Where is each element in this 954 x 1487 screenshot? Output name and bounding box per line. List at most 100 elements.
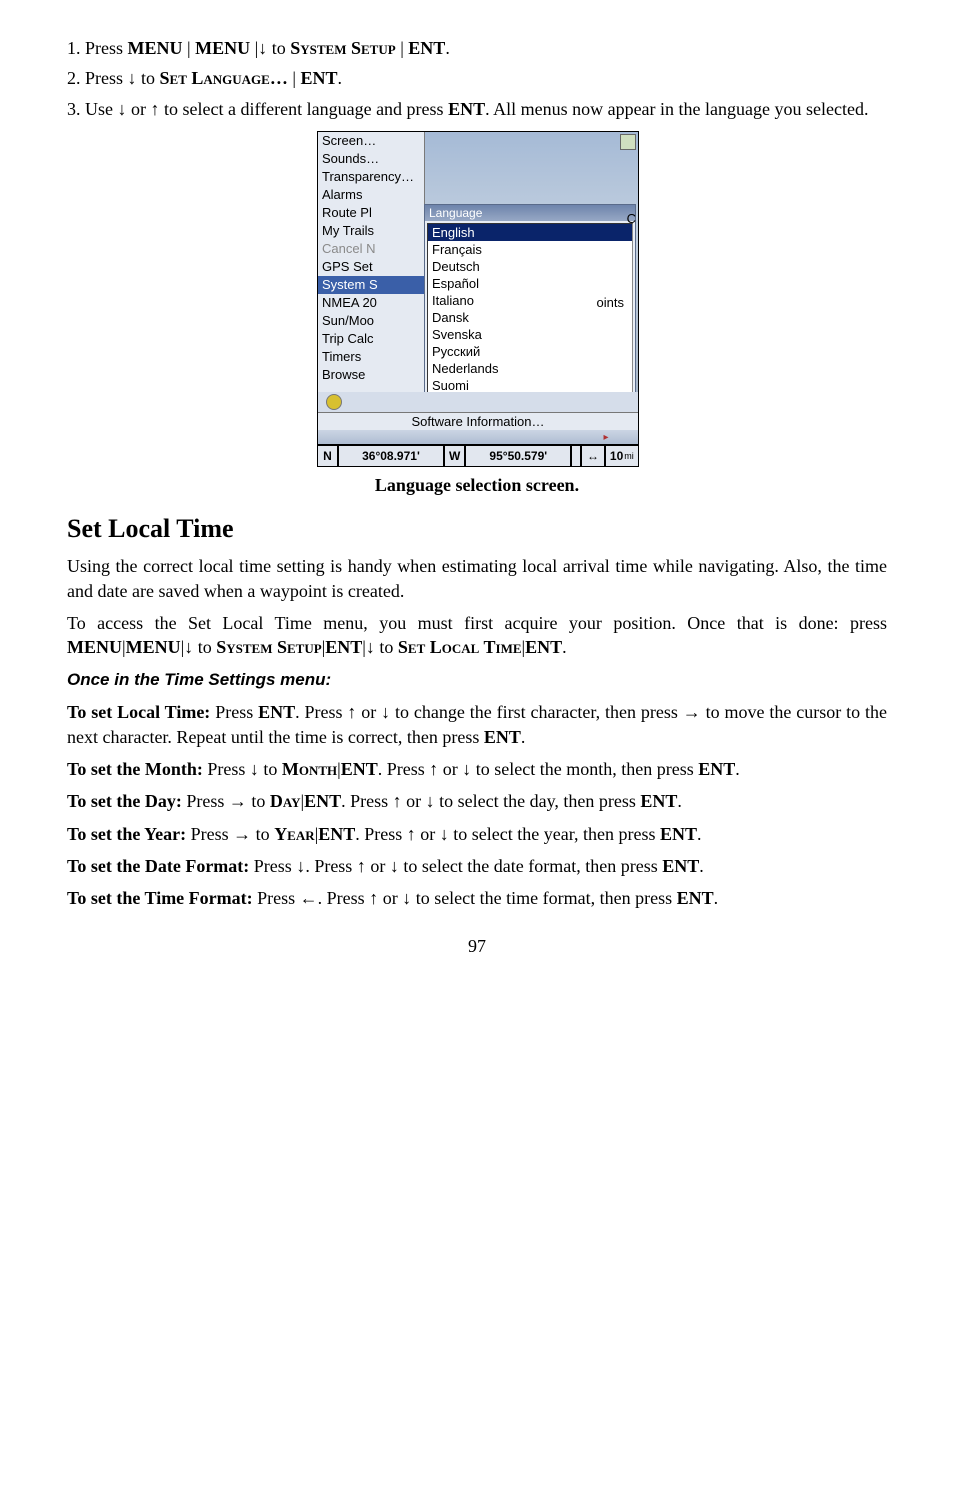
menu-item[interactable]: Trip Calc <box>318 330 424 348</box>
text: to select a different language and press <box>164 99 448 119</box>
menu-item[interactable]: Sun/Moo <box>318 312 424 330</box>
menu-key: MENU <box>128 38 183 58</box>
waypoint-icon <box>326 394 342 410</box>
paragraph: To access the Set Local Time menu, you m… <box>67 611 887 660</box>
language-option[interactable]: Dansk <box>428 309 632 326</box>
down-arrow-icon: ↓ <box>426 791 435 811</box>
step-2: 2. Press ↓ to Set Language… | ENT. <box>67 66 887 90</box>
up-arrow-icon: ↑ <box>407 824 416 844</box>
menu-item[interactable]: NMEA 20 <box>318 294 424 312</box>
ent-key: ENT <box>484 727 521 747</box>
down-arrow-icon: ↓ <box>402 888 411 908</box>
software-info-item[interactable]: Software Information… <box>318 412 638 432</box>
text: . Press <box>318 888 370 908</box>
down-arrow-icon: ↓ <box>258 38 267 58</box>
page-number: 97 <box>67 934 887 958</box>
menu-key: MENU <box>126 637 181 657</box>
map-marker-icon <box>620 134 636 150</box>
pipe: | <box>292 68 296 88</box>
language-option[interactable]: Español <box>428 275 632 292</box>
down-arrow-icon: ↓ <box>366 637 375 657</box>
menu-item[interactable]: Sounds… <box>318 150 424 168</box>
right-arrow-icon: → <box>233 824 251 844</box>
paragraph-set-time-format: To set the Time Format: Press ←. Press ↑… <box>67 886 887 910</box>
system-setup-label: System Setup <box>290 38 395 58</box>
language-option[interactable]: Svenska <box>428 326 632 343</box>
ent-key: ENT <box>525 637 562 657</box>
label: To set the Year: <box>67 824 186 844</box>
paragraph-set-year: To set the Year: Press → to Year|ENT. Pr… <box>67 822 887 846</box>
text: 2. Press <box>67 68 128 88</box>
section-heading: Set Local Time <box>67 511 887 546</box>
text: Press <box>191 824 234 844</box>
text: to <box>256 824 275 844</box>
language-option[interactable]: Русский <box>428 343 632 360</box>
down-arrow-icon: ↓ <box>250 759 259 779</box>
ent-key: ENT <box>258 702 295 722</box>
ent-key: ENT <box>304 791 341 811</box>
left-arrow-icon: ← <box>300 888 318 908</box>
text: or <box>438 759 462 779</box>
text: to <box>263 759 282 779</box>
menu-item-disabled: Cancel N <box>318 240 424 258</box>
language-option[interactable]: Nederlands <box>428 360 632 377</box>
text: 1. Press <box>67 38 128 58</box>
label: To set Local Time: <box>67 702 210 722</box>
text: or <box>378 888 402 908</box>
language-option[interactable]: Français <box>428 241 632 258</box>
text: to <box>272 38 291 58</box>
text: to select the month, then press <box>471 759 698 779</box>
language-option-selected[interactable]: English <box>428 224 632 241</box>
status-gap <box>572 446 582 466</box>
menu-item[interactable]: Route Pl <box>318 204 424 222</box>
compass-icon: ▸ <box>596 431 616 445</box>
month-label: Month <box>282 759 337 779</box>
text: or <box>131 99 151 119</box>
year-label: Year <box>274 824 314 844</box>
text: . Press <box>355 824 407 844</box>
down-arrow-icon: ↓ <box>390 856 399 876</box>
figure-caption: Language selection screen. <box>67 473 887 497</box>
menu-item[interactable]: Timers <box>318 348 424 366</box>
language-option[interactable]: Deutsch <box>428 258 632 275</box>
text: or <box>416 824 440 844</box>
menu-item[interactable]: GPS Set <box>318 258 424 276</box>
ent-key: ENT <box>677 888 714 908</box>
map-label-c: C <box>627 210 636 228</box>
status-n: N <box>318 446 339 466</box>
menu-item-selected[interactable]: System S <box>318 276 424 294</box>
paragraph: Using the correct local time setting is … <box>67 554 887 603</box>
paragraph-set-date-format: To set the Date Format: Press ↓. Press ↑… <box>67 854 887 878</box>
ent-key: ENT <box>698 759 735 779</box>
up-arrow-icon: ↑ <box>369 888 378 908</box>
day-label: Day <box>270 791 301 811</box>
text: . Press <box>378 759 430 779</box>
ent-key: ENT <box>318 824 355 844</box>
text: to <box>141 68 160 88</box>
menu-item[interactable]: My Trails <box>318 222 424 240</box>
status-bar: N 36°08.971' W 95°50.579' ↔ 10mi <box>318 444 638 466</box>
text: to select the year, then press <box>449 824 660 844</box>
text: to select the date format, then press <box>399 856 662 876</box>
ent-key: ENT <box>448 99 485 119</box>
menu-item[interactable]: Transparency… <box>318 168 424 186</box>
menu-item[interactable]: Screen… <box>318 132 424 150</box>
status-lon: 95°50.579' <box>466 446 572 466</box>
right-arrow-icon: → <box>229 791 247 811</box>
status-lat: 36°08.971' <box>339 446 445 466</box>
up-arrow-icon: ↑ <box>151 99 160 119</box>
down-arrow-icon: ↓ <box>128 68 137 88</box>
pipe: | <box>187 38 191 58</box>
ent-key: ENT <box>325 637 362 657</box>
text: or <box>356 702 381 722</box>
text: Press <box>254 856 297 876</box>
down-arrow-icon: ↓ <box>118 99 127 119</box>
text: to change the first character, then pres… <box>390 702 683 722</box>
ent-key: ENT <box>660 824 697 844</box>
menu-item[interactable]: Browse <box>318 366 424 384</box>
pipe: | <box>400 38 404 58</box>
step-1: 1. Press MENU | MENU |↓ to System Setup … <box>67 36 887 60</box>
subheading: Once in the Time Settings menu: <box>67 669 887 692</box>
status-w: W <box>445 446 466 466</box>
menu-item[interactable]: Alarms <box>318 186 424 204</box>
